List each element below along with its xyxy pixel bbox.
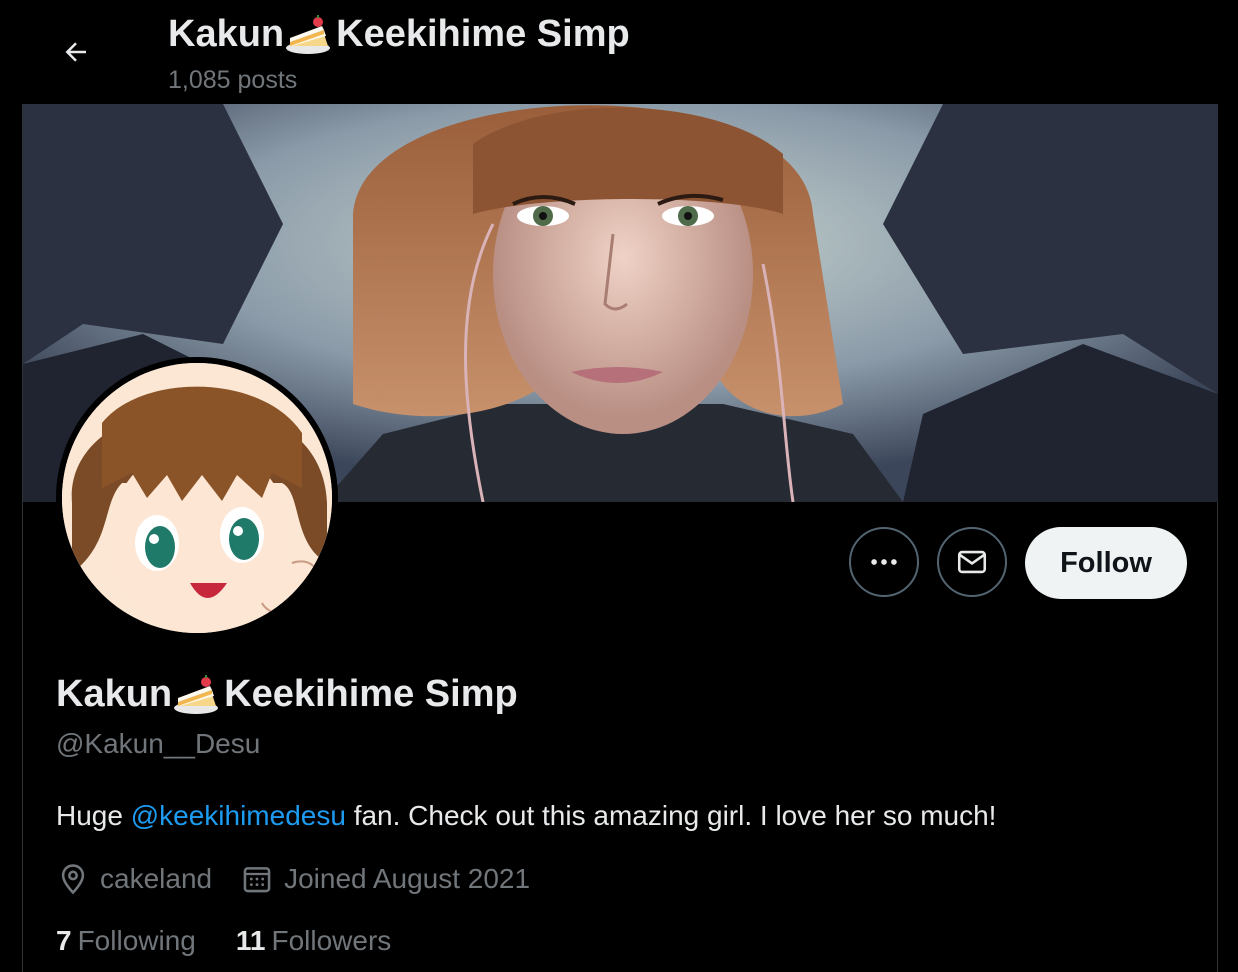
following-link[interactable]: 7 Following — [56, 925, 196, 957]
avatar — [62, 363, 332, 633]
top-header: Kakun Keekihime Simp 1,085 posts — [0, 0, 1238, 104]
envelope-icon — [957, 550, 987, 574]
profile-bio: Huge @keekihimedesu fan. Check out this … — [56, 800, 996, 832]
display-name-part1: Kakun — [56, 672, 173, 715]
location-text: cakeland — [100, 863, 213, 894]
followers-count: 11 — [235, 925, 266, 956]
header-title: Kakun Keekihime Simp — [168, 12, 630, 56]
location-item: cakeland — [56, 862, 212, 896]
joined-text: Joined August 2021 — [284, 863, 531, 894]
profile-stats: 7 Following 11 Followers — [56, 925, 431, 957]
followers-link[interactable]: 11 Followers — [236, 925, 391, 957]
bio-text-after: fan. Check out this amazing girl. I love… — [345, 800, 997, 831]
map-pin-icon — [61, 864, 85, 895]
header-name-part1: Kakun — [168, 12, 285, 55]
bio-text-before: Huge — [56, 800, 131, 831]
calendar-icon — [243, 867, 271, 893]
bio-mention-link[interactable]: @keekihimedesu — [131, 800, 346, 831]
message-button[interactable] — [937, 527, 1007, 597]
profile-meta: cakeland Joined August 2021 — [56, 862, 558, 896]
profile-avatar[interactable] — [56, 357, 338, 639]
cake-icon — [286, 15, 331, 54]
profile-handle: @Kakun__Desu — [56, 728, 261, 759]
header-name-part2: Keekihime Simp — [336, 12, 630, 55]
display-name-part2: Keekihime Simp — [224, 672, 518, 715]
joined-item: Joined August 2021 — [240, 862, 530, 896]
following-label: Following — [77, 925, 196, 956]
back-button[interactable] — [50, 26, 102, 78]
header-post-count: 1,085 posts — [168, 66, 298, 94]
avatar-image — [62, 363, 332, 633]
follow-button[interactable]: Follow — [1025, 527, 1187, 599]
followers-label: Followers — [271, 925, 392, 956]
following-count: 7 — [56, 925, 72, 956]
ellipsis-icon — [871, 559, 897, 565]
arrow-left-icon — [65, 42, 86, 62]
more-button[interactable] — [849, 527, 919, 597]
cake-icon — [174, 675, 219, 714]
profile-display-name: Kakun Keekihime Simp — [56, 672, 518, 716]
